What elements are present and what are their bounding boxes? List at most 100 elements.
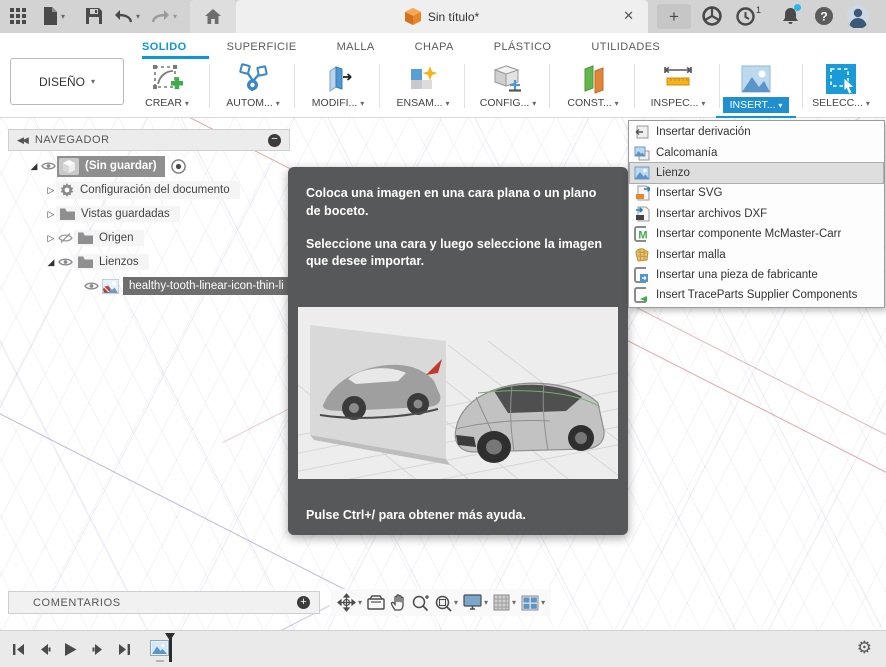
save-icon[interactable] xyxy=(84,6,104,26)
configure-icon xyxy=(492,63,524,95)
timeline-play-button[interactable] xyxy=(60,639,80,659)
tree-row-canvas-image[interactable]: healthy-tooth-linear-icon-thin-li xyxy=(8,274,290,298)
home-tab[interactable] xyxy=(190,0,236,33)
help-icon[interactable]: ? xyxy=(812,4,836,28)
redo-caret-icon[interactable]: ▾ xyxy=(170,6,180,26)
svg-text:M: M xyxy=(638,230,647,242)
timeline-canvas-feature[interactable] xyxy=(150,640,169,656)
file-menu-caret-icon[interactable]: ▾ xyxy=(58,6,68,26)
tab-solido[interactable]: SOLIDO xyxy=(142,41,187,53)
navigator-header[interactable]: ◀◀ NAVEGADOR − xyxy=(8,129,290,151)
mesh-icon xyxy=(635,247,649,262)
tree-row-origin[interactable]: ▷ Origen xyxy=(8,226,290,250)
zoom-button[interactable] xyxy=(411,594,430,612)
collapsed-icon[interactable]: ▷ xyxy=(46,185,56,196)
menu-item-calcomania[interactable]: Calcomanía xyxy=(630,142,883,162)
extensions-icon[interactable] xyxy=(700,4,724,28)
timeline-playhead[interactable] xyxy=(169,634,172,662)
menu-item-insertar-svg[interactable]: Insertar SVG xyxy=(630,183,883,203)
orbit-button[interactable]: ▾ xyxy=(337,593,362,612)
tree-item-label: Configuración del documento xyxy=(80,184,230,196)
tab-chapa[interactable]: CHAPA xyxy=(415,41,454,53)
collapsed-icon[interactable]: ▷ xyxy=(46,209,56,220)
visibility-eye-icon[interactable] xyxy=(82,281,100,291)
document-tab[interactable]: Sin título* ✕ xyxy=(236,0,648,33)
root-document-item[interactable]: (Sin guardar) xyxy=(57,155,165,177)
supplier-part-icon xyxy=(634,266,648,283)
tree-row-root[interactable]: ◢ (Sin guardar) xyxy=(8,154,290,178)
toolbar-group-insert[interactable]: INSERT... ▾ xyxy=(714,62,798,114)
display-settings-button[interactable]: ▾ xyxy=(463,594,488,611)
pan-button[interactable] xyxy=(390,594,406,611)
timeline-settings-gear-icon[interactable]: ⚙ xyxy=(857,638,872,658)
new-tab-button[interactable]: + xyxy=(657,4,691,29)
toolbar-group-const[interactable]: CONST... ▾ xyxy=(551,62,635,114)
fit-button[interactable]: ▾ xyxy=(434,594,458,612)
navigator-tree: ◢ (Sin guardar) ▷ Configuración del docu… xyxy=(8,154,290,298)
redo-icon[interactable] xyxy=(150,6,170,26)
close-tab-icon[interactable]: ✕ xyxy=(623,8,634,24)
timeline-step-forward-button[interactable] xyxy=(88,639,108,659)
menu-item-insertar-derivacion[interactable]: Insertar derivación xyxy=(630,122,883,142)
visibility-eye-icon[interactable] xyxy=(39,161,57,171)
visibility-eye-icon[interactable] xyxy=(56,257,74,267)
expand-icon[interactable]: ◢ xyxy=(29,161,39,172)
timeline-bar: ⚙ xyxy=(0,630,886,667)
toolbar-group-modifi[interactable]: MODIFI... ▾ xyxy=(296,62,380,114)
visibility-eye-off-icon[interactable] xyxy=(56,232,74,244)
toolbar-group-label: CREAR ▾ xyxy=(145,97,189,109)
measure-icon xyxy=(662,63,694,95)
app-grid-icon[interactable] xyxy=(8,6,28,26)
workspace-selector-button[interactable]: DISEÑO ▾ xyxy=(10,58,124,105)
timeline-go-to-end-button[interactable] xyxy=(114,639,134,659)
job-status-clock-icon[interactable]: 1 xyxy=(733,4,761,28)
file-menu-icon[interactable] xyxy=(40,6,60,26)
undo-icon[interactable] xyxy=(113,6,133,26)
toolbar-group-crear[interactable]: CREAR ▾ xyxy=(125,62,209,114)
construct-icon xyxy=(577,63,609,95)
tab-plastico[interactable]: PLÁSTICO xyxy=(494,41,552,53)
collapse-panel-icon[interactable]: ◀◀ xyxy=(17,135,29,146)
comments-panel[interactable]: COMENTARIOS + xyxy=(8,591,320,614)
toolbar-group-ensam[interactable]: ENSAM... ▾ xyxy=(381,62,465,114)
tab-utilidades[interactable]: UTILIDADES xyxy=(591,41,660,53)
grid-snaps-button[interactable]: ▾ xyxy=(493,594,516,611)
toolbar-group-inspec[interactable]: INSPEC... ▾ xyxy=(636,62,720,114)
toolbar-group-selecc[interactable]: SELECC... ▾ xyxy=(799,62,883,114)
tab-superficie[interactable]: SUPERFICIE xyxy=(227,41,297,53)
toolbar-group-autom[interactable]: AUTOM... ▾ xyxy=(211,62,295,114)
timeline-tick xyxy=(156,660,164,662)
expand-icon[interactable]: ◢ xyxy=(46,257,56,268)
tab-malla[interactable]: MALLA xyxy=(337,41,375,53)
toolbar-group-config[interactable]: CONFIG... ▾ xyxy=(466,62,550,114)
notifications-bell-icon[interactable] xyxy=(778,4,802,28)
toolbar-group-label: CONST... ▾ xyxy=(567,97,619,109)
menu-item-label: Insertar archivos DXF xyxy=(656,207,768,220)
menu-item-mcmaster-carr[interactable]: M Insertar componente McMaster-Carr xyxy=(630,224,883,244)
viewports-button[interactable]: ▾ xyxy=(521,595,545,611)
tree-row-saved-views[interactable]: ▷ Vistas guardadas xyxy=(8,202,290,226)
activate-component-radio[interactable] xyxy=(170,158,186,174)
tree-row-canvases[interactable]: ◢ Lienzos xyxy=(8,250,290,274)
undo-caret-icon[interactable]: ▾ xyxy=(133,6,143,26)
menu-item-traceparts[interactable]: Insert TraceParts Supplier Components xyxy=(630,285,883,305)
timeline-step-back-button[interactable] xyxy=(34,639,54,659)
menu-item-insertar-dxf[interactable]: Insertar archivos DXF xyxy=(630,204,883,224)
menu-item-label: Insertar SVG xyxy=(656,187,723,200)
add-comment-icon[interactable]: + xyxy=(297,596,310,609)
collapsed-icon[interactable]: ▷ xyxy=(46,233,56,244)
timeline-go-to-start-button[interactable] xyxy=(8,639,28,659)
tree-row-document-settings[interactable]: ▷ Configuración del documento xyxy=(8,178,290,202)
menu-item-label: Calcomanía xyxy=(656,146,718,159)
folder-icon xyxy=(78,232,93,244)
comments-title: COMENTARIOS xyxy=(33,596,121,609)
insert-active-indicator xyxy=(716,116,796,118)
user-avatar[interactable] xyxy=(846,4,870,28)
look-at-button[interactable] xyxy=(367,595,385,610)
menu-item-pieza-fabricante[interactable]: Insertar una pieza de fabricante xyxy=(630,265,883,285)
folder-icon xyxy=(78,256,93,268)
menu-item-insertar-malla[interactable]: Insertar malla xyxy=(630,244,883,264)
minimize-panel-icon[interactable]: − xyxy=(268,133,281,147)
menu-item-lienzo[interactable]: Lienzo xyxy=(629,161,884,185)
menu-item-label: Lienzo xyxy=(656,166,690,179)
